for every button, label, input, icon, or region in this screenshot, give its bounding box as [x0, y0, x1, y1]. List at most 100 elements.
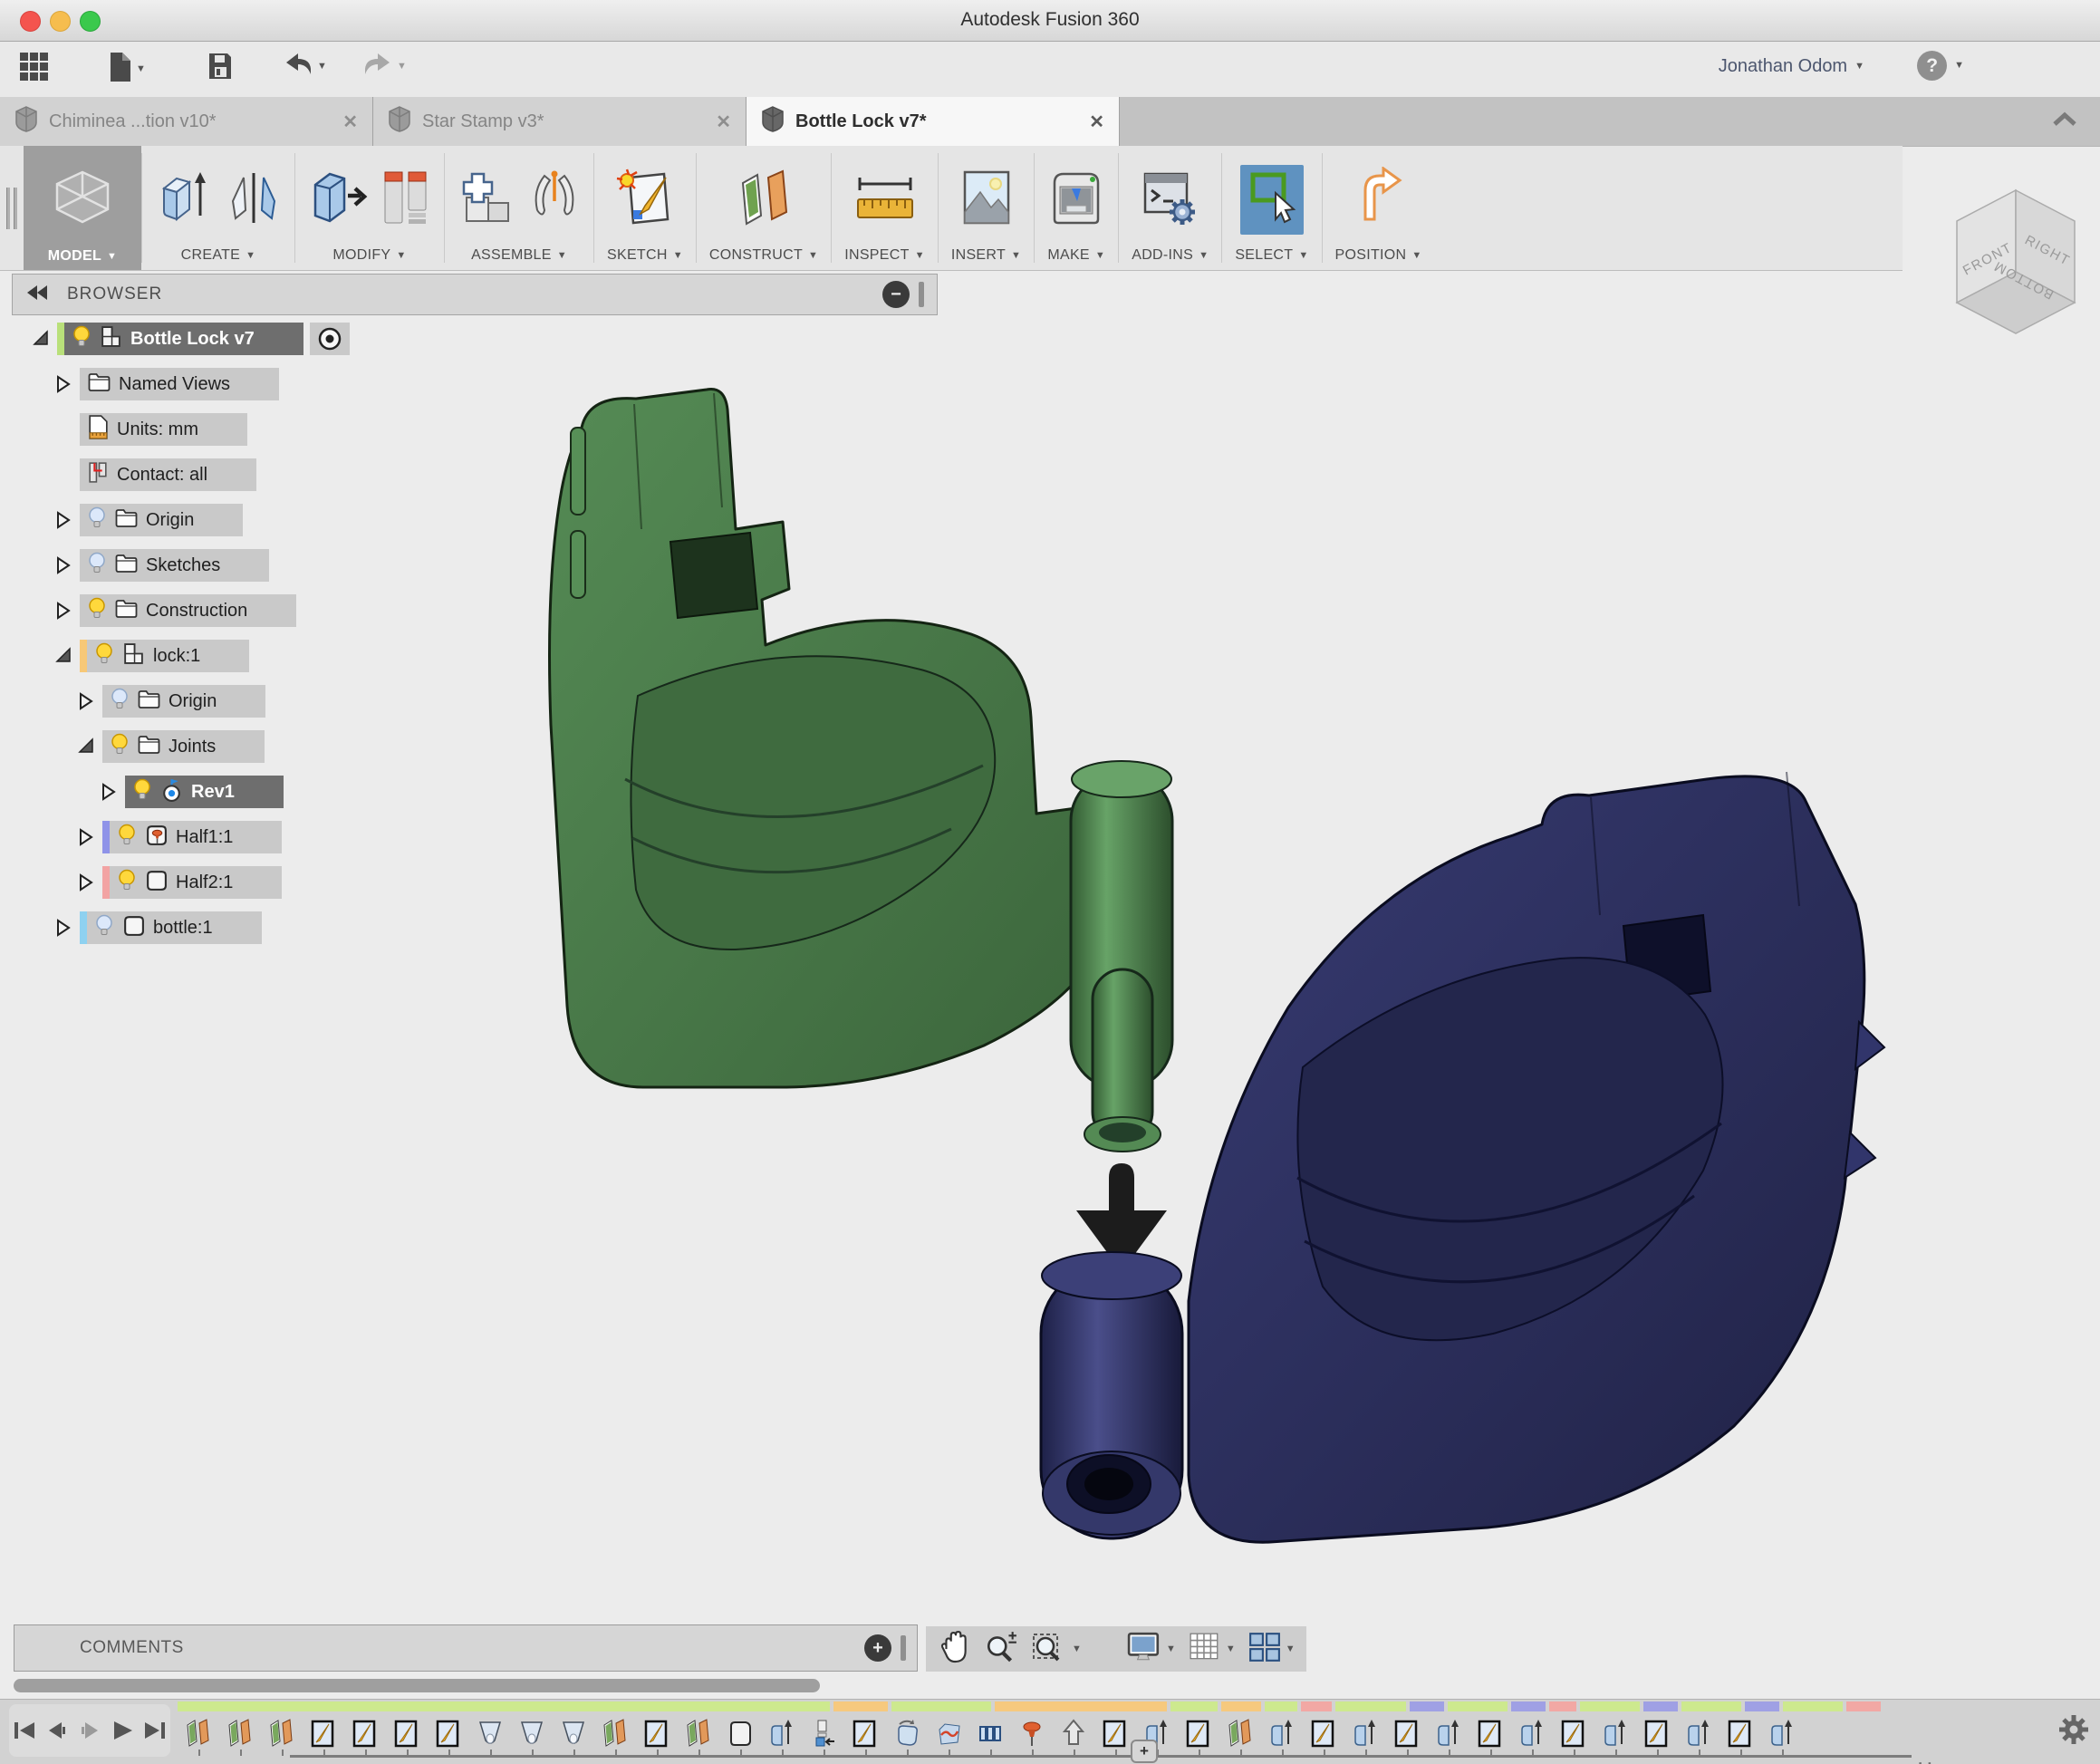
- tree-item[interactable]: Origin: [80, 504, 243, 536]
- ribbon-group-sketch[interactable]: SKETCH▼: [594, 146, 696, 270]
- tree-row[interactable]: Joints: [0, 730, 634, 763]
- tree-item[interactable]: Joints: [102, 730, 265, 763]
- visibility-bulb-icon[interactable]: [94, 641, 114, 670]
- sketch-feature-icon[interactable]: [1178, 1713, 1219, 1753]
- pattern-feature-icon[interactable]: [969, 1713, 1011, 1753]
- extrude-feature-icon[interactable]: [761, 1713, 803, 1753]
- tree-row[interactable]: Units: mm: [0, 413, 634, 446]
- ribbon-group-position[interactable]: POSITION▼: [1323, 146, 1435, 270]
- sketch-feature-icon[interactable]: [1553, 1713, 1594, 1753]
- plane-feature-icon[interactable]: [219, 1713, 261, 1753]
- sketch-feature-icon[interactable]: [1303, 1713, 1344, 1753]
- pan-button[interactable]: [935, 1627, 975, 1672]
- redo-button[interactable]: ▼: [362, 51, 407, 82]
- visibility-bulb-icon[interactable]: [110, 732, 130, 761]
- tree-row[interactable]: Sketches: [0, 549, 634, 582]
- tree-item[interactable]: Units: mm: [80, 413, 247, 446]
- plane-feature-icon[interactable]: [178, 1713, 219, 1753]
- app-launcher-button[interactable]: [18, 51, 51, 88]
- appearance-feature-icon[interactable]: [928, 1713, 969, 1753]
- viewports-button[interactable]: ▼: [1245, 1630, 1299, 1669]
- add-comment-icon[interactable]: +: [864, 1634, 891, 1662]
- timeline-settings-gear-icon[interactable]: [2057, 1712, 2091, 1751]
- tree-row[interactable]: Contact: all: [0, 458, 634, 491]
- close-tab-icon[interactable]: ✕: [342, 111, 358, 133]
- ribbon-group-modify[interactable]: MODIFY▼: [295, 146, 444, 270]
- visibility-bulb-icon[interactable]: [94, 913, 114, 942]
- tree-item[interactable]: Half1:1: [102, 821, 282, 853]
- close-tab-icon[interactable]: ✕: [1089, 111, 1104, 133]
- sketch-feature-icon[interactable]: [1719, 1713, 1761, 1753]
- expand-arrow-icon[interactable]: [76, 691, 96, 711]
- tree-item[interactable]: Sketches: [80, 549, 269, 582]
- tree-row[interactable]: Construction: [0, 594, 634, 627]
- tree-row[interactable]: Half2:1: [0, 866, 634, 899]
- ribbon-group-make[interactable]: MAKE▼: [1035, 146, 1118, 270]
- tree-item[interactable]: bottle:1: [80, 911, 262, 944]
- file-menu-button[interactable]: ▼: [107, 51, 146, 88]
- sketch-feature-icon[interactable]: [386, 1713, 428, 1753]
- extrude-feature-icon[interactable]: [1511, 1713, 1553, 1753]
- expand-arrow-icon[interactable]: [99, 782, 119, 802]
- visibility-bulb-icon[interactable]: [117, 823, 137, 852]
- zoom-button[interactable]: [980, 1629, 1022, 1670]
- go-to-end-button[interactable]: [140, 1716, 169, 1745]
- sketch-feature-icon[interactable]: [636, 1713, 678, 1753]
- collapse-browser-icon[interactable]: −: [882, 281, 910, 308]
- save-button[interactable]: [207, 51, 234, 86]
- extrude-feature-icon[interactable]: [1594, 1713, 1636, 1753]
- tree-row[interactable]: bottle:1: [0, 911, 634, 944]
- tab-bottle-lock[interactable]: Bottle Lock v7* ✕: [747, 97, 1120, 146]
- workspace-selector-model[interactable]: MODEL▼: [24, 146, 141, 270]
- display-settings-button[interactable]: ▼: [1123, 1630, 1180, 1669]
- tree-item[interactable]: Origin: [102, 685, 265, 718]
- go-to-start-button[interactable]: [10, 1716, 39, 1745]
- sketch-feature-icon[interactable]: [844, 1713, 886, 1753]
- revolve-feature-icon[interactable]: [511, 1713, 553, 1753]
- tree-item[interactable]: Rev1: [125, 776, 284, 808]
- sketch-feature-icon[interactable]: [344, 1713, 386, 1753]
- user-account-menu[interactable]: Jonathan Odom ▼: [1719, 56, 1864, 77]
- plane-feature-icon[interactable]: [261, 1713, 303, 1753]
- tree-item[interactable]: Bottle Lock v7: [57, 323, 303, 355]
- pin-feature-icon[interactable]: [1011, 1713, 1053, 1753]
- visibility-bulb-icon[interactable]: [132, 777, 152, 806]
- sketch-feature-icon[interactable]: [303, 1713, 344, 1753]
- visibility-bulb-icon[interactable]: [72, 324, 92, 353]
- ribbon-group-inspect[interactable]: INSPECT▼: [832, 146, 938, 270]
- tree-row[interactable]: Origin: [0, 504, 634, 536]
- visibility-bulb-icon[interactable]: [87, 596, 107, 625]
- browser-panel-header[interactable]: BROWSER −: [12, 274, 938, 315]
- ribbon-group-create[interactable]: CREATE▼: [142, 146, 294, 270]
- collapse-arrow-icon[interactable]: [53, 646, 73, 666]
- visibility-bulb-icon[interactable]: [110, 687, 130, 716]
- extrude-feature-icon[interactable]: [1678, 1713, 1719, 1753]
- tree-item[interactable]: Named Views: [80, 368, 279, 400]
- visibility-bulb-icon[interactable]: [87, 506, 107, 535]
- form-feature-icon[interactable]: [886, 1713, 928, 1753]
- expand-arrow-icon[interactable]: [76, 872, 96, 892]
- tab-star-stamp[interactable]: Star Stamp v3* ✕: [373, 97, 747, 146]
- tree-item[interactable]: Half2:1: [102, 866, 282, 899]
- tree-row[interactable]: Named Views: [0, 368, 634, 400]
- extrude-feature-icon[interactable]: [1428, 1713, 1469, 1753]
- position-feature-icon[interactable]: [1053, 1713, 1094, 1753]
- plane-feature-icon[interactable]: [678, 1713, 719, 1753]
- sketch-feature-icon[interactable]: [428, 1713, 469, 1753]
- ribbon-group-select[interactable]: SELECT▼: [1222, 146, 1321, 270]
- visibility-bulb-icon[interactable]: [87, 551, 107, 580]
- activate-component-radio[interactable]: [310, 323, 350, 355]
- hinge-barrel[interactable]: [1041, 1252, 1182, 1538]
- ribbon-group-add-ins[interactable]: ADD-INS▼: [1119, 146, 1221, 270]
- sketch-feature-icon[interactable]: [1386, 1713, 1428, 1753]
- close-tab-icon[interactable]: ✕: [716, 111, 731, 133]
- tree-item[interactable]: Contact: all: [80, 458, 256, 491]
- tree-row[interactable]: lock:1: [0, 640, 634, 672]
- ribbon-grip-handle[interactable]: [0, 146, 24, 270]
- revolve-feature-icon[interactable]: [469, 1713, 511, 1753]
- tree-item[interactable]: lock:1: [80, 640, 249, 672]
- revolve-feature-icon[interactable]: [553, 1713, 594, 1753]
- tree-row[interactable]: Half1:1: [0, 821, 634, 853]
- panel-resize-handle[interactable]: [901, 1635, 906, 1661]
- expand-arrow-icon[interactable]: [53, 918, 73, 938]
